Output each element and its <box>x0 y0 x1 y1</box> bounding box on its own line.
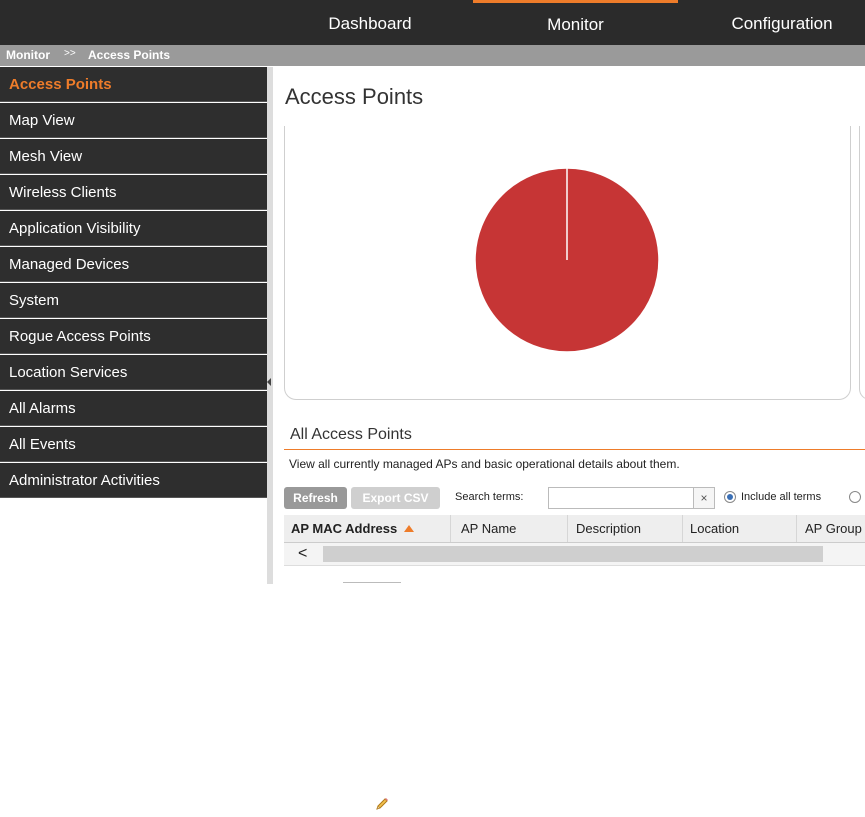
column-ap-name[interactable]: AP Name <box>454 515 568 542</box>
sidebar-item-application-visibility[interactable]: Application Visibility <box>0 211 267 246</box>
ap-status-pie-chart <box>474 167 660 353</box>
column-ap-mac-address[interactable]: AP MAC Address <box>284 515 451 542</box>
sidebar-item-administrator-activities[interactable]: Administrator Activities <box>0 463 267 498</box>
search-label: Search terms: <box>455 491 524 503</box>
column-ap-group[interactable]: AP Group <box>798 515 865 542</box>
sidebar: Access Points Map View Mesh View Wireles… <box>0 67 268 584</box>
sidebar-item-mesh-view[interactable]: Mesh View <box>0 139 267 174</box>
page-title: Access Points <box>285 84 424 109</box>
scroll-left-icon[interactable]: < <box>298 543 307 565</box>
horizontal-scrollbar[interactable]: < <box>284 543 865 566</box>
sidebar-item-system[interactable]: System <box>0 283 267 318</box>
sidebar-item-location-services[interactable]: Location Services <box>0 355 267 390</box>
export-csv-button[interactable]: Export CSV <box>351 487 440 509</box>
sidebar-item-map-view[interactable]: Map View <box>0 103 267 138</box>
sidebar-item-managed-devices[interactable]: Managed Devices <box>0 247 267 282</box>
pager-control[interactable] <box>343 582 401 585</box>
chart-panel-secondary <box>859 126 865 400</box>
breadcrumb-current: Access Points <box>88 48 171 62</box>
collapse-arrow-icon <box>267 378 271 386</box>
scrollbar-thumb[interactable] <box>323 546 823 562</box>
clear-search-icon[interactable]: × <box>694 487 715 509</box>
tab-monitor[interactable]: Monitor <box>473 0 678 45</box>
tab-configuration[interactable]: Configuration <box>712 0 852 45</box>
include-any-terms-radio[interactable] <box>849 491 861 503</box>
breadcrumb-separator: >> <box>64 48 76 59</box>
section-title: All Access Points <box>290 426 412 443</box>
tab-dashboard[interactable]: Dashboard <box>305 0 435 45</box>
breadcrumb-parent[interactable]: Monitor <box>6 45 50 66</box>
column-description[interactable]: Description <box>569 515 683 542</box>
sidebar-item-rogue-access-points[interactable]: Rogue Access Points <box>0 319 267 354</box>
sort-ascending-icon <box>404 525 415 533</box>
search-input[interactable] <box>548 487 694 509</box>
column-label: AP MAC Address <box>291 521 398 536</box>
sidebar-collapse-handle[interactable] <box>267 67 273 584</box>
sidebar-item-wireless-clients[interactable]: Wireless Clients <box>0 175 267 210</box>
section-description: View all currently managed APs and basic… <box>289 457 680 471</box>
sidebar-item-all-events[interactable]: All Events <box>0 427 267 462</box>
top-nav: Dashboard Monitor Configuration <box>0 0 865 45</box>
include-all-terms-label: Include all terms <box>741 491 822 503</box>
pencil-icon[interactable] <box>375 797 389 811</box>
section-divider <box>284 449 865 450</box>
refresh-button[interactable]: Refresh <box>284 487 347 509</box>
sidebar-item-all-alarms[interactable]: All Alarms <box>0 391 267 426</box>
sidebar-item-access-points[interactable]: Access Points <box>0 67 267 102</box>
column-location[interactable]: Location <box>683 515 797 542</box>
table-header: AP MAC Address AP Name Description Locat… <box>284 515 865 543</box>
include-all-terms-radio[interactable] <box>724 491 736 503</box>
breadcrumb: Monitor >> Access Points <box>0 45 865 66</box>
